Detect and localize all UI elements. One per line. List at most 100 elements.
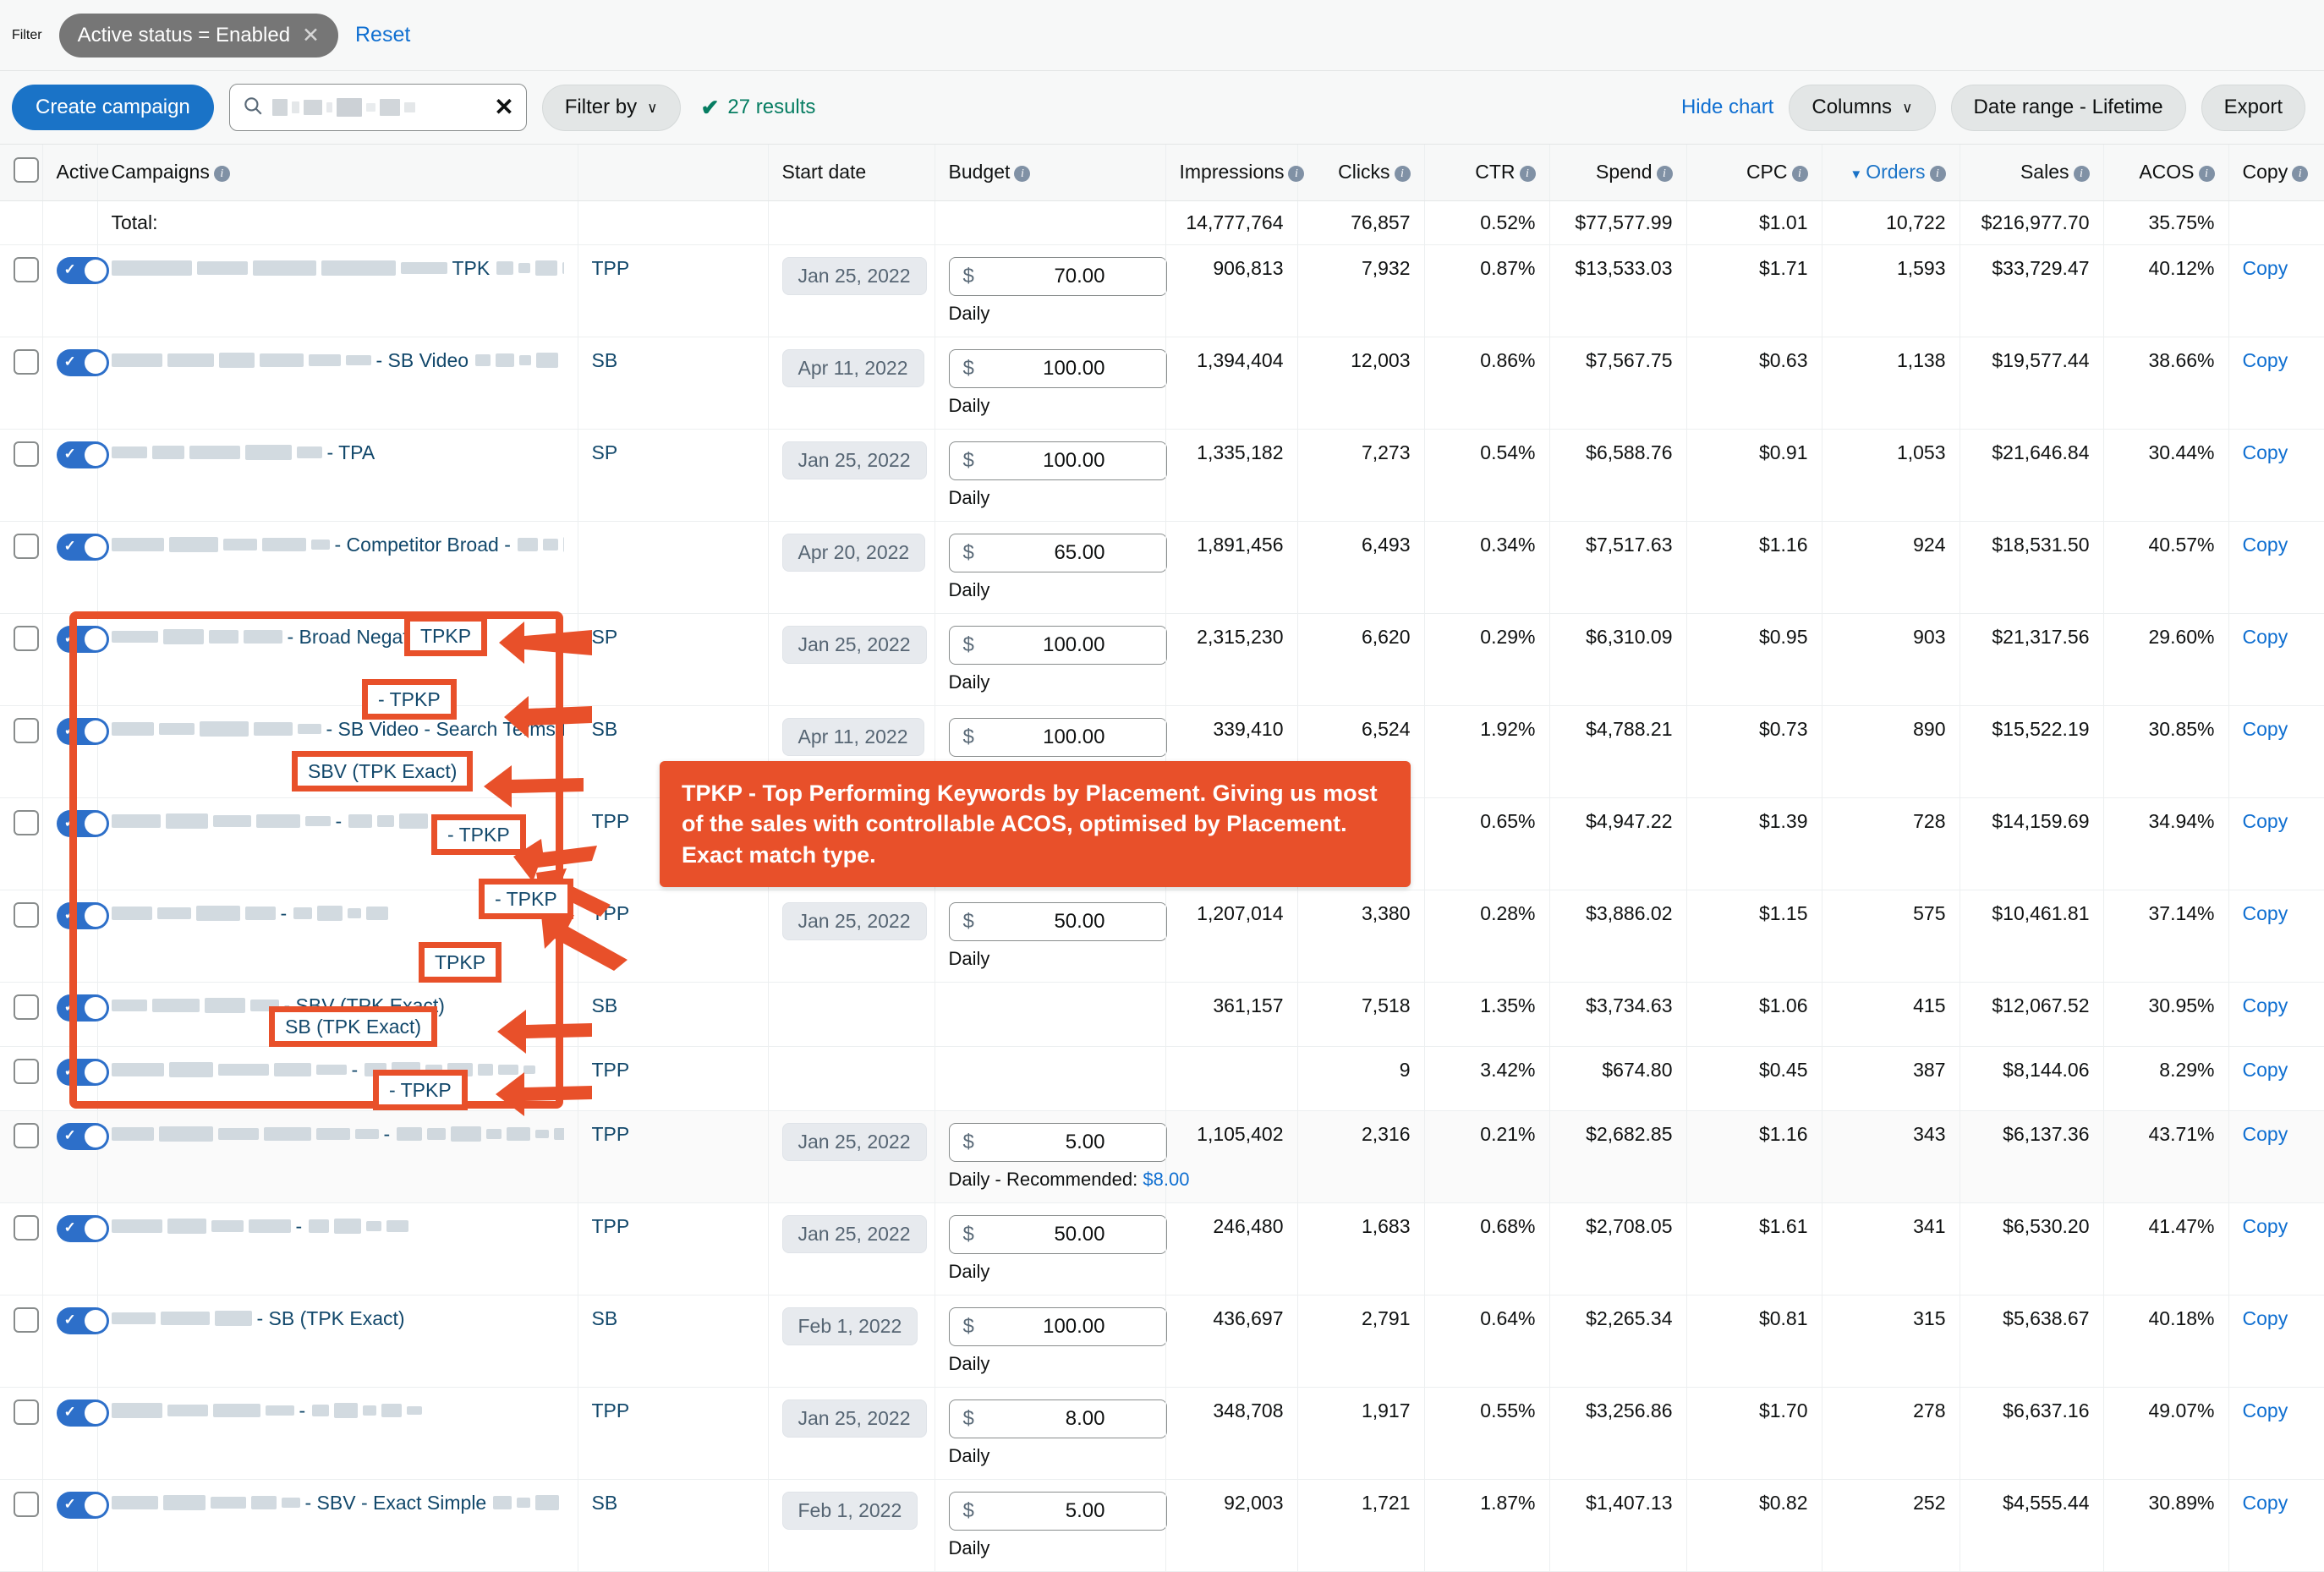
row-campaign-cell[interactable]: -: [97, 1202, 578, 1295]
recommended-budget-value[interactable]: $8.00: [1143, 1169, 1189, 1190]
active-toggle[interactable]: ✓: [56, 901, 109, 929]
select-all-header[interactable]: [0, 145, 43, 201]
row-campaign-cell[interactable]: - SBV (TPK Exact): [97, 982, 578, 1047]
row-checkbox[interactable]: [14, 1214, 39, 1241]
table-row[interactable]: ✓ - TPP Jan 25, 2022 $5.00 Daily - Recommende…: [0, 1110, 2324, 1203]
row-budget-cell[interactable]: $100.00 Daily: [935, 1295, 1167, 1388]
row-active-cell[interactable]: ✓: [42, 1046, 109, 1111]
row-checkbox[interactable]: [14, 994, 39, 1020]
active-toggle[interactable]: ✓: [56, 441, 109, 468]
active-toggle[interactable]: ✓: [56, 533, 109, 561]
header-campaigns[interactable]: Campaigns i: [97, 145, 578, 201]
header-ctr[interactable]: CTR i: [1424, 145, 1550, 201]
row-campaign-cell[interactable]: - Broad Negative: [97, 613, 578, 706]
row-copy-cell[interactable]: Copy: [2228, 521, 2324, 614]
row-active-cell[interactable]: ✓: [42, 705, 109, 798]
row-active-cell[interactable]: ✓: [42, 429, 109, 522]
header-impressions[interactable]: Impressions i: [1165, 145, 1305, 201]
select-all-checkbox[interactable]: [14, 156, 39, 183]
budget-input[interactable]: $70.00: [948, 256, 1167, 296]
row-copy-cell[interactable]: Copy: [2228, 337, 2324, 430]
row-budget-cell[interactable]: $5.00 Daily: [935, 1479, 1167, 1572]
row-checkbox[interactable]: [14, 533, 39, 559]
row-copy-cell[interactable]: Copy: [2228, 1387, 2324, 1480]
row-budget-cell[interactable]: $100.00 Daily: [935, 337, 1167, 430]
row-budget-cell[interactable]: $8.00 Daily: [935, 1387, 1167, 1480]
table-row[interactable]: ✓ - SB VideoSearch Terms Br... SB Apr 11, 2…: [0, 337, 2324, 430]
info-icon[interactable]: i: [1791, 166, 1808, 183]
row-budget-cell[interactable]: $100.00 Daily: [935, 429, 1167, 522]
active-toggle[interactable]: ✓: [56, 1058, 109, 1086]
info-icon[interactable]: i: [1656, 166, 1673, 183]
row-select-cell[interactable]: [0, 1046, 43, 1111]
table-row[interactable]: ✓ TPK TPP Jan 25, 2022 $70.00 Daily 906,813 7,9…: [0, 244, 2324, 337]
row-copy-cell[interactable]: Copy: [2228, 1110, 2324, 1203]
budget-input[interactable]: $100.00: [948, 348, 1167, 388]
row-campaign-cell[interactable]: - SB VideoSearch Terms Br...: [97, 337, 578, 430]
header-orders[interactable]: ▼ Orders i: [1822, 145, 1960, 201]
row-select-cell[interactable]: [0, 1387, 43, 1480]
row-select-cell[interactable]: [0, 797, 43, 890]
budget-input[interactable]: $50.00: [948, 901, 1167, 941]
row-active-cell[interactable]: ✓: [42, 244, 109, 337]
row-active-cell[interactable]: ✓: [42, 797, 109, 890]
table-row[interactable]: ✓ - TPP Jan 25, 2022 $50.00 Daily 1,207,014 3,3…: [0, 890, 2324, 983]
row-select-cell[interactable]: [0, 890, 43, 983]
row-copy-cell[interactable]: Copy: [2228, 429, 2324, 522]
budget-input[interactable]: $8.00: [948, 1399, 1167, 1438]
row-campaign-cell[interactable]: - SB Video - Search Terms Exact: [97, 705, 578, 798]
info-icon[interactable]: i: [1014, 166, 1031, 183]
info-icon[interactable]: i: [2292, 166, 2309, 183]
budget-input[interactable]: $100.00: [948, 717, 1167, 757]
row-campaign-cell[interactable]: -: [97, 797, 578, 890]
reset-filters-link[interactable]: Reset: [355, 23, 410, 47]
row-active-cell[interactable]: ✓: [42, 1295, 109, 1388]
create-campaign-button[interactable]: Create campaign: [12, 85, 214, 130]
budget-input[interactable]: $5.00: [948, 1122, 1167, 1162]
info-icon[interactable]: i: [213, 166, 230, 183]
budget-input[interactable]: $100.00: [948, 1306, 1167, 1346]
row-select-cell[interactable]: [0, 1295, 43, 1388]
row-budget-cell[interactable]: $5.00 Daily - Recommended: $8.00: [935, 1110, 1189, 1203]
row-active-cell[interactable]: ✓: [42, 982, 109, 1047]
active-toggle[interactable]: ✓: [56, 809, 109, 837]
row-copy-cell[interactable]: Copy: [2228, 1295, 2324, 1388]
row-copy-cell[interactable]: Copy: [2228, 890, 2324, 983]
header-acos[interactable]: ACOS i: [2103, 145, 2229, 201]
active-toggle[interactable]: ✓: [56, 994, 109, 1022]
row-campaign-cell[interactable]: - TPA: [97, 429, 578, 522]
remove-filter-icon[interactable]: ✕: [302, 23, 320, 48]
row-select-cell[interactable]: [0, 521, 43, 614]
row-checkbox[interactable]: [14, 1058, 39, 1084]
row-active-cell[interactable]: ✓: [42, 337, 109, 430]
row-select-cell[interactable]: [0, 705, 43, 798]
row-copy-cell[interactable]: Copy: [2228, 982, 2324, 1047]
table-row[interactable]: ✓ - SB (TPK Exact) SB Feb 1, 2022 $100.00 Dai…: [0, 1295, 2324, 1388]
row-checkbox[interactable]: [14, 1491, 39, 1517]
budget-input[interactable]: $5.00: [948, 1491, 1167, 1531]
budget-input[interactable]: $100.00: [948, 441, 1167, 480]
hide-chart-link[interactable]: Hide chart: [1681, 96, 1773, 119]
filter-by-button[interactable]: Filter by ∨: [541, 84, 681, 131]
table-row[interactable]: ✓ - TPP Jan 25, 2022 $200.00 Daily 543,182 3,55…: [0, 797, 2324, 890]
budget-input[interactable]: $65.00: [948, 533, 1167, 572]
row-active-cell[interactable]: ✓: [42, 1479, 109, 1572]
row-budget-cell[interactable]: $50.00 Daily: [935, 1202, 1167, 1295]
table-row[interactable]: ✓ - Broad Negative SP Jan 25, 2022 $100.00 Da…: [0, 613, 2324, 706]
active-toggle[interactable]: ✓: [56, 1399, 109, 1427]
row-select-cell[interactable]: [0, 244, 43, 337]
table-row[interactable]: ✓ - TPP Jan 25, 2022 $50.00 Daily 246,480 1,683…: [0, 1202, 2324, 1295]
active-toggle[interactable]: ✓: [56, 1491, 109, 1519]
row-budget-cell[interactable]: [935, 982, 1166, 1047]
budget-input[interactable]: $100.00: [948, 625, 1167, 665]
row-copy-cell[interactable]: Copy: [2228, 1046, 2324, 1111]
table-row[interactable]: ✓ - TPP Jan 25, 2022 $8.00 Daily 348,708 1,917 0…: [0, 1387, 2324, 1480]
row-copy-cell[interactable]: Copy: [2228, 613, 2324, 706]
header-cpc[interactable]: CPC i: [1686, 145, 1822, 201]
budget-input[interactable]: $200.00: [948, 809, 1167, 849]
row-checkbox[interactable]: [14, 625, 39, 651]
date-range-button[interactable]: Date range - Lifetime: [1950, 84, 2186, 131]
row-campaign-cell[interactable]: -: [97, 890, 578, 983]
active-toggle[interactable]: ✓: [56, 1214, 109, 1242]
info-icon[interactable]: i: [2198, 166, 2215, 183]
